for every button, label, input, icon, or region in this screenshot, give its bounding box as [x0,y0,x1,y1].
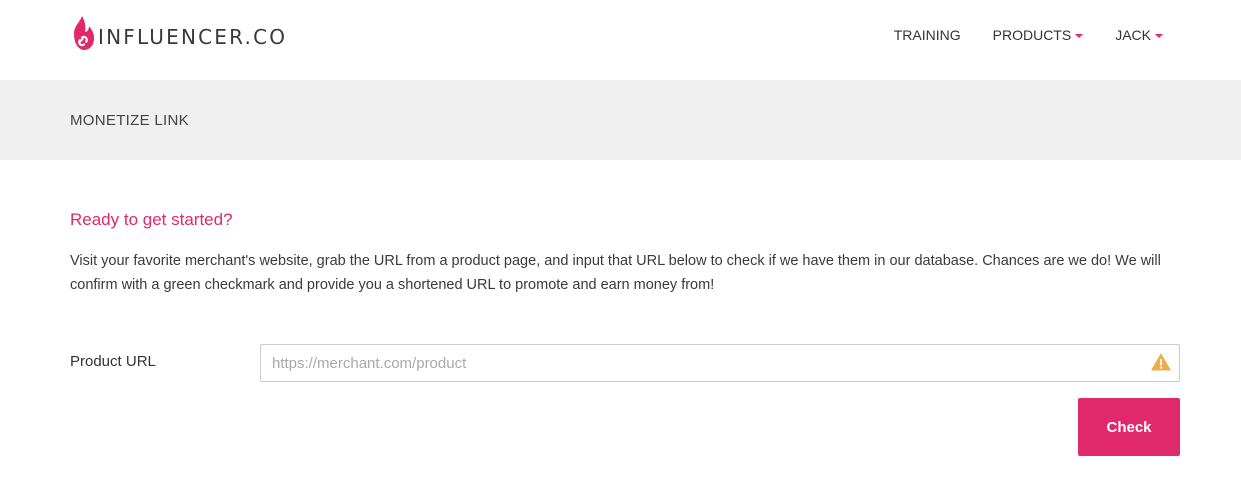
check-button[interactable]: Check [1078,398,1180,456]
product-url-input[interactable] [260,344,1180,382]
caret-down-icon [1155,34,1163,38]
nav-user-menu[interactable]: JACK [1115,27,1163,43]
nav-training-label: TRAINING [893,27,961,43]
intro-text: Visit your favorite merchant's website, … [70,253,1161,293]
page-header-bar: MONETIZE LINK [0,80,1241,160]
product-url-field [260,344,1180,382]
main-nav: TRAINING PRODUCTS JACK [894,27,1163,43]
brand-logo[interactable]: INFLUENCER.CO [70,14,287,54]
caret-down-icon [1075,34,1084,38]
nav-training[interactable]: TRAINING [894,27,961,43]
nav-user-label: JACK [1115,27,1151,43]
product-url-label: Product URL [70,353,156,370]
flame-link-icon [74,16,94,50]
warning-icon [1151,353,1171,371]
top-navbar: INFLUENCER.CO TRAINING PRODUCTS JACK [0,0,1241,80]
nav-products-label: PRODUCTS [992,27,1072,43]
brand-name: INFLUENCER.CO [98,25,288,49]
section-heading: Ready to get started? [70,210,233,229]
nav-products-dropdown[interactable]: PRODUCTS [993,27,1084,43]
page-title: MONETIZE LINK [70,112,189,129]
